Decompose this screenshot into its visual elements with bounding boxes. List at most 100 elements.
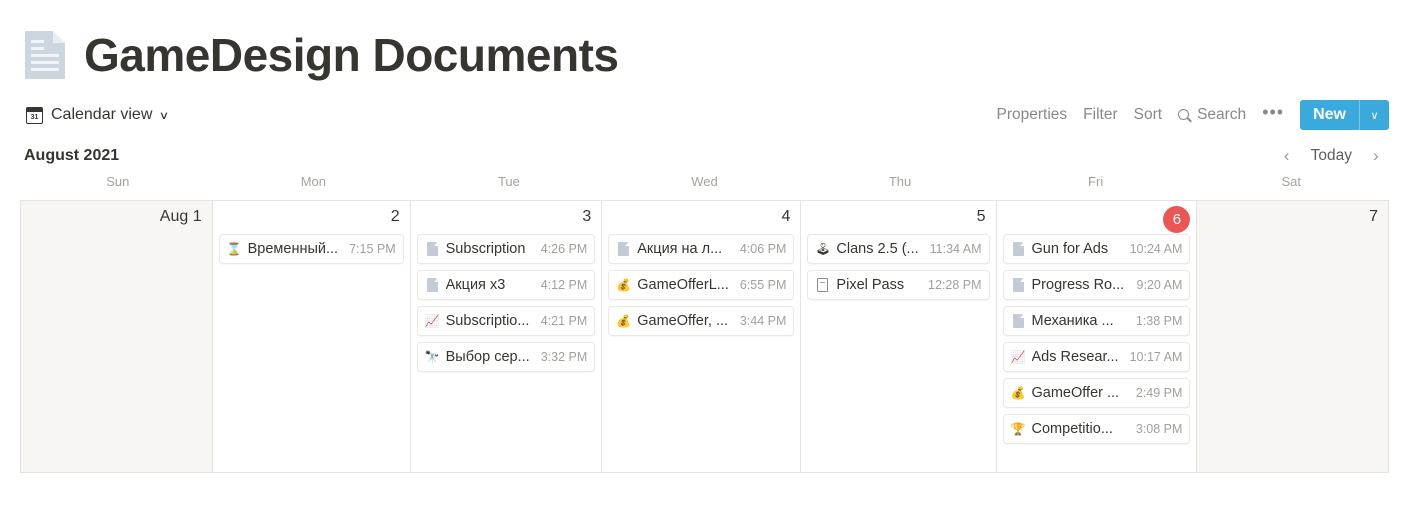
calendar-event[interactable]: 📈Subscriptio...4:21 PM: [417, 306, 596, 336]
trophy-icon: 🏆: [1011, 422, 1026, 437]
money-bag-icon: 💰: [616, 314, 631, 329]
search-button[interactable]: Search: [1170, 102, 1254, 128]
event-time: 3:44 PM: [735, 314, 787, 328]
day-number-today: 6: [1003, 207, 1191, 234]
event-time: 4:26 PM: [536, 242, 588, 256]
day-cell[interactable]: 6 Gun for Ads 10:24 AM Progress Ro... 9:20 A…: [997, 201, 1198, 473]
new-button-label: New: [1300, 100, 1359, 130]
event-title: Competitio...: [1032, 421, 1113, 437]
more-options-icon[interactable]: •••: [1254, 107, 1294, 123]
joystick-icon: 🕹: [815, 242, 830, 257]
calendar-event[interactable]: 🏆Competitio...3:08 PM: [1003, 414, 1191, 444]
day-number: 5: [807, 207, 989, 234]
sort-button[interactable]: Sort: [1126, 102, 1170, 128]
day-cell[interactable]: 3 Subscription 4:26 PM Акция x3 4:12 PM 📈Subs…: [411, 201, 603, 473]
event-time: 2:49 PM: [1131, 386, 1183, 400]
calendar-event[interactable]: Subscription 4:26 PM: [417, 234, 596, 264]
event-time: 1:38 PM: [1131, 314, 1183, 328]
filter-button[interactable]: Filter: [1075, 102, 1125, 128]
event-time: 7:15 PM: [344, 242, 396, 256]
calendar-grid: Aug 1 2 ⌛ Временный... 7:15 PM 3 Subscription 4…: [20, 200, 1389, 473]
day-number: Aug 1: [27, 207, 206, 234]
previous-month-icon[interactable]: ‹: [1274, 143, 1300, 169]
event-title: Акция на л...: [637, 241, 722, 257]
event-title: Pixel Pass: [836, 277, 904, 293]
calendar-icon-day: 31: [31, 113, 39, 123]
event-title: Механика ...: [1032, 313, 1114, 329]
calendar-event[interactable]: 💰 GameOffer ... 2:49 PM: [1003, 378, 1191, 408]
weekday-header: SunMonTueWedThuFriSat: [0, 174, 1409, 200]
new-button-chevron-down-icon[interactable]: ∨: [1359, 100, 1389, 130]
chevron-down-icon[interactable]: ∨: [159, 109, 169, 122]
event-title: Subscriptio...: [446, 313, 530, 329]
event-title: GameOffer, ...: [637, 313, 728, 329]
search-label: Search: [1197, 106, 1246, 124]
event-title: Clans 2.5 (...: [836, 241, 918, 257]
calendar-event[interactable]: 💰 GameOfferL... 6:55 PM: [608, 270, 794, 300]
document-icon: [1011, 314, 1026, 329]
money-bag-icon: 💰: [616, 278, 631, 293]
calendar-event[interactable]: Progress Ro... 9:20 AM: [1003, 270, 1191, 300]
today-button[interactable]: Today: [1302, 144, 1361, 168]
new-button[interactable]: New ∨: [1300, 100, 1389, 130]
day-cell[interactable]: 4Акция на л...4:06 PM💰GameOfferL...6:55 …: [602, 201, 801, 473]
event-title: GameOffer ...: [1032, 385, 1120, 401]
day-number: 3: [417, 207, 596, 234]
document-icon: [425, 242, 440, 257]
calendar-event[interactable]: 🔭 Выбор сер... 3:32 PM: [417, 342, 596, 372]
page-with-lines-icon: [815, 278, 830, 293]
next-month-icon[interactable]: ›: [1363, 143, 1389, 169]
status-badge: 6: [1163, 206, 1190, 233]
event-title: Выбор сер...: [446, 349, 530, 365]
event-title: Progress Ro...: [1032, 277, 1125, 293]
tab-calendar-view[interactable]: 31 Calendar view ∨: [22, 104, 172, 126]
event-time: 6:55 PM: [735, 278, 787, 292]
event-title: Gun for Ads: [1032, 241, 1109, 257]
event-title: Акция x3: [446, 277, 506, 293]
calendar-event[interactable]: 💰 GameOffer, ... 3:44 PM: [608, 306, 794, 336]
event-title: GameOfferL...: [637, 277, 729, 293]
event-time: 3:32 PM: [536, 350, 588, 364]
day-cell[interactable]: Aug 1: [21, 201, 213, 473]
month-bar: August 2021 ‹ Today ›: [0, 138, 1409, 174]
page-header: GameDesign Documents: [0, 0, 1409, 92]
properties-button[interactable]: Properties: [989, 102, 1076, 128]
calendar-event[interactable]: ⌛ Временный... 7:15 PM: [219, 234, 404, 264]
calendar-event[interactable]: 🕹 Clans 2.5 (... 11:34 AM: [807, 234, 989, 264]
calendar-event[interactable]: Механика ... 1:38 PM: [1003, 306, 1191, 336]
event-time: 9:20 AM: [1132, 278, 1183, 292]
view-toolbar: 31 Calendar view ∨ Properties Filter Sor…: [0, 92, 1409, 138]
calendar-icon: 31: [26, 107, 43, 124]
day-cell[interactable]: 7: [1197, 201, 1389, 473]
chart-increasing-icon: 📈: [1011, 350, 1026, 365]
calendar-event[interactable]: Gun for Ads 10:24 AM: [1003, 234, 1191, 264]
weekday-label-sun: Sun: [20, 174, 216, 200]
day-cell[interactable]: 2 ⌛ Временный... 7:15 PM: [213, 201, 411, 473]
calendar-event[interactable]: Pixel Pass 12:28 PM: [807, 270, 989, 300]
hourglass-icon: ⌛: [227, 242, 242, 257]
day-number: 2: [219, 207, 404, 234]
document-icon: [616, 242, 631, 257]
page-title: GameDesign Documents: [84, 30, 618, 81]
event-title: Subscription: [446, 241, 526, 257]
calendar-event[interactable]: 📈 Ads Resear... 10:17 AM: [1003, 342, 1191, 372]
event-time: 12:28 PM: [923, 278, 982, 292]
calendar-event[interactable]: Акция на л... 4:06 PM: [608, 234, 794, 264]
event-time: 10:17 AM: [1125, 350, 1183, 364]
page-facing-up-emoji: [22, 28, 68, 82]
event-time: 4:12 PM: [536, 278, 588, 292]
event-time: 11:34 AM: [925, 242, 982, 256]
document-icon: [1011, 278, 1026, 293]
day-cell[interactable]: 5 🕹 Clans 2.5 (... 11:34 AM Pixel Pass 12:28 …: [801, 201, 996, 473]
weekday-label-fri: Fri: [998, 174, 1194, 200]
weekday-label-sat: Sat: [1193, 174, 1389, 200]
event-time: 4:06 PM: [735, 242, 787, 256]
binoculars-icon: 🔭: [425, 350, 440, 365]
weekday-label-tue: Tue: [411, 174, 607, 200]
money-bag-icon: 💰: [1011, 386, 1026, 401]
calendar-event[interactable]: Акция x3 4:12 PM: [417, 270, 596, 300]
event-time: 10:24 AM: [1125, 242, 1183, 256]
event-title: Ads Resear...: [1032, 349, 1119, 365]
weekday-label-thu: Thu: [802, 174, 998, 200]
event-title: Временный...: [248, 241, 338, 257]
